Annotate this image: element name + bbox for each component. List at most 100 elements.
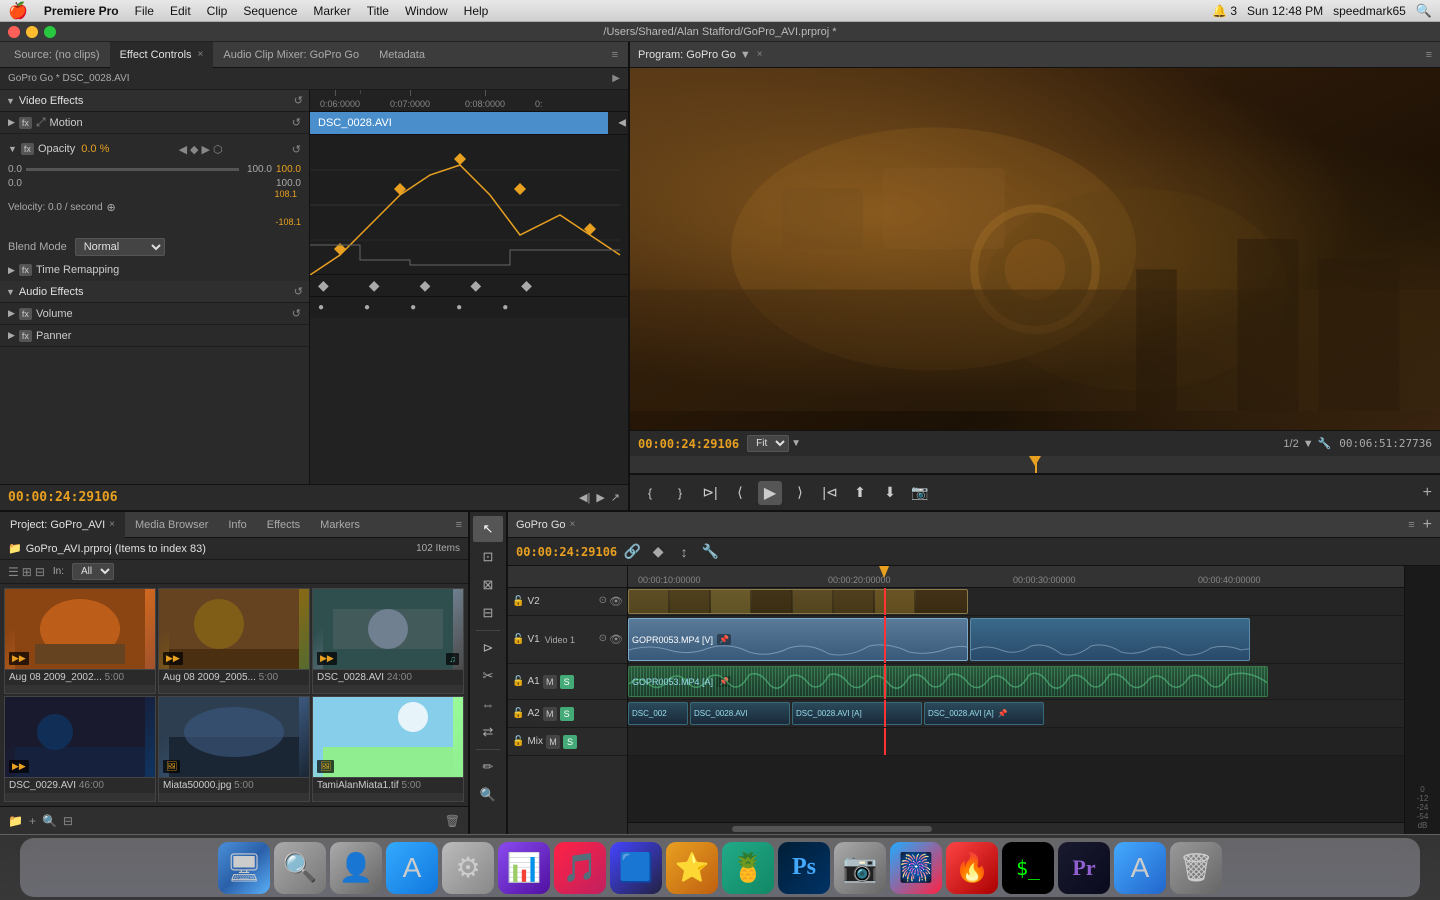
arrow-tool[interactable]: ↖	[473, 516, 503, 542]
grid-view-btn[interactable]: ⊞	[22, 565, 32, 579]
fit-dropdown[interactable]: ▼	[791, 438, 801, 449]
prev-edit-btn[interactable]: ⊳|	[698, 481, 722, 505]
mix-solo[interactable]: S	[563, 735, 577, 749]
media-item[interactable]: ▶▶ Aug 08 2009_2002... 5:00	[4, 588, 156, 694]
tab-source[interactable]: Source: (no clips)	[4, 42, 110, 68]
program-timecode[interactable]: 00:00:24:29106	[638, 437, 739, 451]
new-bin-btn[interactable]: 📁	[8, 814, 23, 828]
razor-tool[interactable]: ✂	[473, 663, 503, 689]
slip-tool[interactable]: ⇔	[473, 691, 503, 717]
lift-btn[interactable]: ⬆	[848, 481, 872, 505]
timeline-close[interactable]: ×	[570, 519, 576, 530]
monitor-timeline-bar[interactable]	[630, 456, 1440, 474]
dock-photoshop[interactable]: Ps	[778, 842, 830, 894]
ripple-tool[interactable]: ⊠	[473, 572, 503, 598]
tab-audio-clip-mixer[interactable]: Audio Clip Mixer: GoPro Go	[213, 42, 369, 68]
motion-reset[interactable]: ↺	[292, 116, 301, 129]
blend-mode-select[interactable]: Normal	[75, 238, 165, 256]
dock-settings[interactable]: ⚙	[442, 842, 494, 894]
select-tool[interactable]: ⊡	[473, 544, 503, 570]
video-effects-header[interactable]: ▼ Video Effects ↺	[0, 90, 309, 112]
dock-photo-booth[interactable]: 🎆	[890, 842, 942, 894]
media-item[interactable]: 🖼 Miata50000.jpg 5:00	[158, 696, 310, 802]
help-menu[interactable]: Help	[464, 4, 489, 18]
source-arrow[interactable]: ▶	[612, 73, 620, 84]
add-keyframe-btn[interactable]: ⊕	[107, 201, 116, 214]
audio-effects-header[interactable]: ▼ Audio Effects ↺	[0, 281, 309, 303]
timeline-tracks-area[interactable]: 00:00:10:00000 00:00:20:00000 00:00:30:0…	[628, 566, 1404, 834]
tl-wrench-btn[interactable]: 🔧	[699, 541, 721, 563]
effect-controls-close[interactable]: ×	[198, 49, 204, 60]
file-menu[interactable]: File	[135, 4, 154, 18]
v1-sync[interactable]: ⊙	[599, 633, 607, 646]
clip-menu[interactable]: Clip	[207, 4, 228, 18]
clip-collapse[interactable]: ◀	[618, 118, 626, 129]
in-select[interactable]: All	[72, 563, 114, 580]
roll-tool[interactable]: ⊟	[473, 600, 503, 626]
a2-solo[interactable]: S	[560, 707, 574, 721]
tab-metadata[interactable]: Metadata	[369, 42, 435, 68]
opacity-slider[interactable]	[26, 168, 239, 171]
window-menu[interactable]: Window	[405, 4, 448, 18]
close-button[interactable]	[8, 26, 20, 38]
tab-media-browser[interactable]: Media Browser	[125, 512, 218, 538]
media-item[interactable]: ▶▶ Aug 08 2009_2005... 5:00	[158, 588, 310, 694]
tab-markers[interactable]: Markers	[310, 512, 370, 538]
timeline-scrollbar[interactable]	[628, 822, 1404, 834]
search-icon[interactable]: 🔍	[1416, 3, 1432, 19]
export-btn[interactable]: ↗	[611, 491, 620, 504]
tl-snap-btn[interactable]: 🔗	[621, 541, 643, 563]
keyframe-diamond[interactable]: ◆	[190, 143, 198, 156]
track-a1[interactable]: GOPR0053.MP4 [A] 📌	[628, 664, 1404, 700]
play-btn[interactable]: ▶	[758, 481, 782, 505]
dock-spotlight[interactable]: 🔍	[274, 842, 326, 894]
dock-logic[interactable]: ⭐	[666, 842, 718, 894]
project-tab-close[interactable]: ×	[109, 519, 115, 530]
shuttle-out-btn[interactable]: ◀|	[579, 491, 590, 504]
program-monitor-close[interactable]: ×	[757, 49, 763, 60]
dock-terminal[interactable]: $_	[1002, 842, 1054, 894]
play-icon-small[interactable]: ▶	[596, 491, 604, 504]
a2-dsc0028b-clip[interactable]: DSC_0028.AVI [A] 📌	[924, 702, 1044, 725]
dock-font-book[interactable]: A	[1114, 842, 1166, 894]
timeline-menu[interactable]: ≡	[1408, 519, 1414, 531]
a1-lock[interactable]: 🔓	[512, 676, 524, 687]
project-panel-menu[interactable]: ≡	[450, 519, 468, 531]
new-item-btn[interactable]: +	[29, 814, 36, 828]
tl-inout-btn[interactable]: ↕	[673, 541, 695, 563]
tab-project[interactable]: Project: GoPro_AVI ×	[0, 512, 125, 538]
v1-lock[interactable]: 🔓	[512, 634, 524, 645]
add-marker-btn[interactable]: +	[1423, 484, 1432, 502]
dock-contacts[interactable]: 👤	[330, 842, 382, 894]
a1-gopr-clip[interactable]: GOPR0053.MP4 [A] 📌	[628, 666, 1268, 697]
v1-gopr-clip[interactable]: GOPR0053.MP4 [V] 📌	[628, 618, 968, 661]
track-mix[interactable]	[628, 728, 1404, 756]
notification-icon[interactable]: 🔔 3	[1212, 4, 1237, 18]
v2-eye[interactable]: 👁	[609, 595, 623, 608]
zoom-tool[interactable]: 🔍	[473, 782, 503, 808]
track-v2[interactable]	[628, 588, 1404, 616]
dock-premiere[interactable]: Pr	[1058, 842, 1110, 894]
a2-mute[interactable]: M	[543, 707, 557, 721]
v2-sync[interactable]: ⊙	[599, 595, 607, 608]
opacity-reset[interactable]: ↺	[292, 143, 301, 156]
timeline-timecode[interactable]: 00:00:24:29106	[516, 545, 617, 559]
maximize-button[interactable]	[44, 26, 56, 38]
freeform-view-btn[interactable]: ⊟	[35, 565, 45, 579]
program-monitor-dropdown[interactable]: ▼	[740, 49, 751, 61]
program-monitor-menu[interactable]: ≡	[1426, 49, 1432, 61]
audio-effects-reset[interactable]: ↺	[294, 285, 303, 298]
marker-menu[interactable]: Marker	[313, 4, 350, 18]
dock-finder[interactable]: 🖥	[218, 842, 270, 894]
tab-effects[interactable]: Effects	[257, 512, 310, 538]
tab-effect-controls[interactable]: Effect Controls ×	[110, 42, 214, 68]
a2-dsc0028-clip[interactable]: DSC_0028.AVI	[690, 702, 790, 725]
camera-btn[interactable]: 📷	[908, 481, 932, 505]
mark-in-btn[interactable]: {	[638, 481, 662, 505]
track-v1[interactable]: GOPR0053.MP4 [V] 📌	[628, 616, 1404, 664]
keyframe-nav[interactable]: ◀ ◆ ▶ ⬡	[179, 143, 223, 156]
minimize-button[interactable]	[26, 26, 38, 38]
media-item[interactable]: ▶▶ DSC_0029.AVI 46:00	[4, 696, 156, 802]
add-track-btn[interactable]: +	[1423, 516, 1432, 534]
next-edit-btn[interactable]: |⊲	[818, 481, 842, 505]
